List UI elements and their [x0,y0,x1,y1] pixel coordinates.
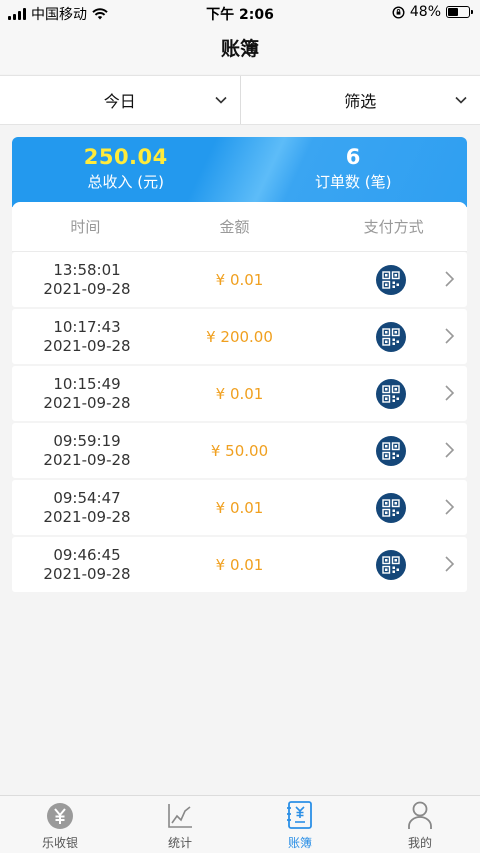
user-icon [408,801,432,829]
chevron-right-icon [445,385,455,401]
table-row[interactable]: 10:15:49 2021-09-28 ¥ 0.01 [12,366,467,421]
row-date: 2021-09-28 [43,564,131,583]
chevron-down-icon [455,96,467,104]
date-range-label: 今日 [103,92,136,111]
header-pay-method: 支付方式 [363,218,424,236]
row-date: 2021-09-28 [43,279,131,298]
row-amount: ¥ 0.01 [215,555,264,574]
row-datetime: 09:59:19 2021-09-28 [12,432,162,470]
battery-level [448,8,458,16]
row-time: 10:17:43 [53,317,121,336]
chevron-right-icon [445,271,455,287]
tab-statistics-label: 统计 [167,836,192,850]
qr-pay-icon [376,436,406,466]
orientation-lock-icon [392,5,405,19]
row-date: 2021-09-28 [43,393,131,412]
date-range-dropdown[interactable]: 今日 [0,76,240,124]
row-datetime: 10:17:43 2021-09-28 [12,318,162,356]
chevron-down-icon [214,96,227,104]
table-row[interactable]: 13:58:01 2021-09-28 ¥ 0.01 [12,252,467,307]
row-amount: ¥ 50.00 [210,441,269,460]
income-summary: 250.04 总收入 (元) [12,137,240,207]
table-row[interactable]: 09:59:19 2021-09-28 ¥ 50.00 [12,423,467,478]
transactions-table: 时间 金额 支付方式 13:58:01 2021-09-28 ¥ 0.01 10… [12,202,467,592]
row-amount: ¥ 0.01 [215,270,264,289]
chevron-right-icon [445,442,455,458]
chart-icon [168,804,192,828]
row-date: 2021-09-28 [43,450,131,469]
row-datetime: 09:54:47 2021-09-28 [12,489,162,527]
row-datetime: 13:58:01 2021-09-28 [12,261,162,299]
ledger-icon [287,801,312,829]
row-date: 2021-09-28 [43,336,131,355]
qr-pay-icon [376,322,406,352]
tab-cashier[interactable]: 乐收银 [0,796,120,853]
qr-pay-icon [376,550,406,580]
header-time: 时间 [70,218,101,236]
nav-bar: 账簿 [0,26,480,74]
chevron-right-icon [445,328,455,344]
yen-coin-icon [47,803,73,829]
tab-cashier-label: 乐收银 [41,836,78,850]
filter-dropdown[interactable]: 筛选 [239,76,480,124]
total-income-value: 250.04 [83,145,168,169]
row-datetime: 09:46:45 2021-09-28 [12,546,162,584]
table-row[interactable]: 09:46:45 2021-09-28 ¥ 0.01 [12,537,467,592]
orders-summary: 6 订单数 (笔) [240,137,468,207]
row-date: 2021-09-28 [43,507,131,526]
row-time: 09:54:47 [53,488,121,507]
order-count-value: 6 [345,145,361,169]
tab-profile[interactable]: 我的 [360,796,480,853]
filter-label: 筛选 [344,92,377,111]
tab-statistics[interactable]: 统计 [120,796,240,853]
row-time: 13:58:01 [53,260,121,279]
header-amount: 金额 [219,218,250,236]
table-body: 13:58:01 2021-09-28 ¥ 0.01 10:17:43 2021… [12,252,467,592]
row-amount: ¥ 0.01 [215,498,264,517]
chevron-right-icon [445,499,455,515]
battery-area: 48% [392,4,473,20]
row-amount: ¥ 0.01 [215,384,264,403]
status-bar: 中国移动 下午 2:06 48% [0,0,480,26]
total-income-label: 总收入 (元) [87,173,164,191]
tab-bar: 乐收银 统计 账簿 我的 [0,795,480,853]
table-row[interactable]: 10:17:43 2021-09-28 ¥ 200.00 [12,309,467,364]
battery-icon [446,6,473,18]
order-count-label: 订单数 (笔) [315,173,392,191]
tab-ledger-label: 账簿 [287,836,312,850]
tab-profile-label: 我的 [407,836,432,850]
row-time: 09:46:45 [53,545,121,564]
qr-pay-icon [376,493,406,523]
battery-percent: 48% [409,4,441,20]
qr-pay-icon [376,379,406,409]
table-header: 时间 金额 支付方式 [12,202,467,252]
table-row[interactable]: 09:54:47 2021-09-28 ¥ 0.01 [12,480,467,535]
chevron-right-icon [445,556,455,572]
row-time: 09:59:19 [53,431,121,450]
summary-card: 250.04 总收入 (元) 6 订单数 (笔) [12,137,467,207]
tab-ledger[interactable]: 账簿 [240,796,360,853]
row-time: 10:15:49 [53,374,121,393]
filter-row: 今日 筛选 [0,75,480,125]
row-datetime: 10:15:49 2021-09-28 [12,375,162,413]
page-title: 账簿 [220,38,259,60]
qr-pay-icon [376,265,406,295]
row-amount: ¥ 200.00 [206,327,273,346]
